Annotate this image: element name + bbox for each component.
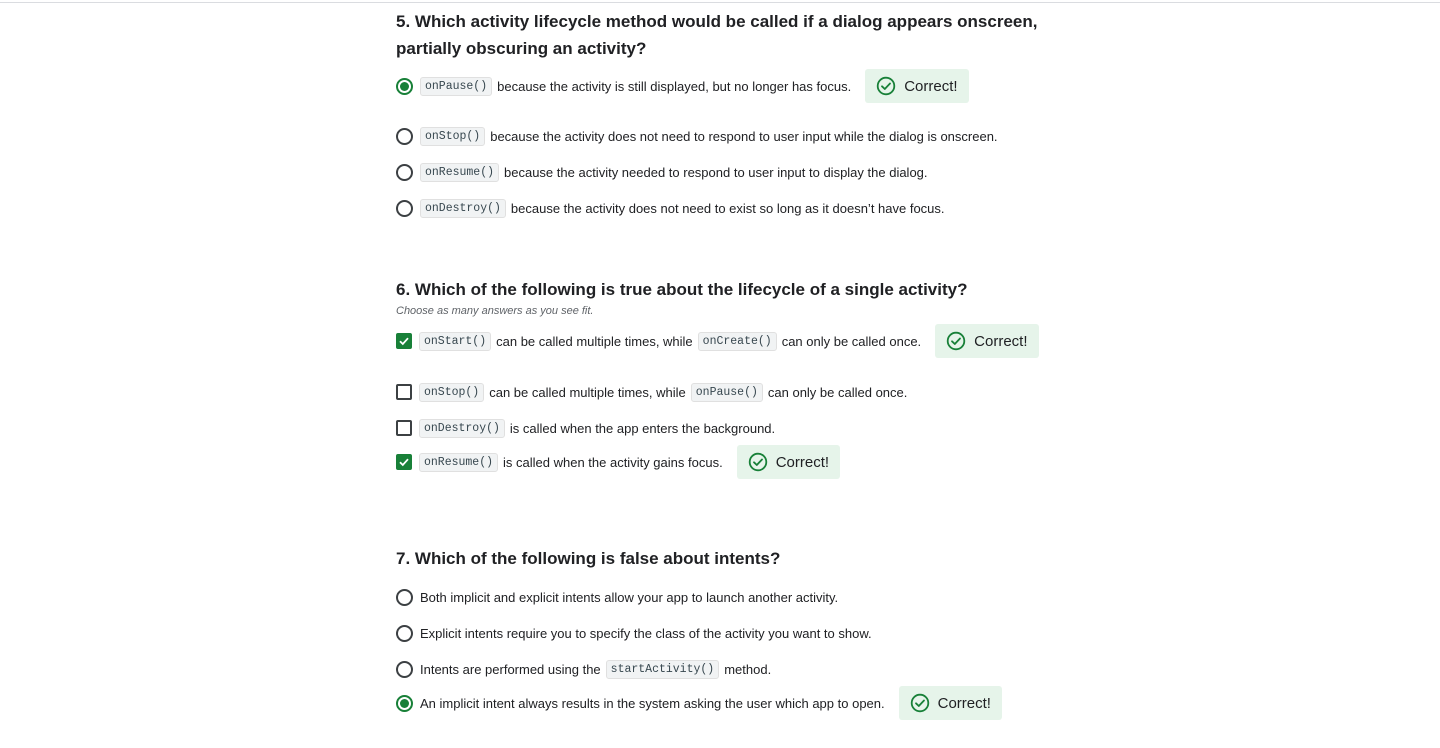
option-text: because the activity needed to respond t…: [504, 164, 928, 180]
option-code-secondary: onCreate(): [697, 331, 777, 351]
radio-icon[interactable]: [396, 163, 413, 181]
option-q5-3[interactable]: onResume() because the activity needed t…: [396, 162, 928, 182]
option-text: because the activity is still displayed,…: [497, 78, 852, 94]
correct-label: Correct!: [974, 332, 1028, 350]
radio-icon[interactable]: [396, 624, 413, 642]
option-code: onDestroy(): [419, 418, 505, 438]
checkbox-icon[interactable]: [396, 384, 412, 400]
option-q6-2[interactable]: onStop() can be called multiple times, w…: [396, 382, 907, 402]
question-title-continued: partially obscuring an activity?: [396, 39, 647, 58]
option-code: onDestroy(): [420, 198, 506, 218]
correct-badge: Correct!: [736, 445, 841, 479]
radio-icon[interactable]: [396, 199, 413, 217]
option-code: onStop(): [419, 382, 485, 402]
option-text: can be called multiple times, while: [496, 333, 693, 349]
checkbox-icon[interactable]: [396, 454, 412, 470]
correct-badge: Correct!: [935, 324, 1039, 358]
option-text: is called when the activity gains focus.: [503, 454, 723, 470]
option-code: onPause(): [420, 76, 493, 96]
question-title: 6. Which of the following is true about …: [396, 280, 968, 299]
radio-icon[interactable]: [396, 694, 413, 712]
top-divider: [0, 0, 1440, 3]
option-text: because the activity does not need to ex…: [510, 200, 945, 216]
option-q6-4[interactable]: onResume() is called when the activity g…: [396, 445, 841, 479]
correct-label: Correct!: [904, 77, 958, 95]
radio-icon[interactable]: [396, 588, 413, 606]
option-q5-2[interactable]: onStop() because the activity does not n…: [396, 126, 998, 146]
option-text: can be called multiple times, while: [489, 384, 686, 400]
option-q7-4[interactable]: An implicit intent always results in the…: [396, 686, 1002, 720]
option-code-secondary: onPause(): [690, 382, 763, 402]
question-7: 7. Which of the following is false about…: [396, 545, 1056, 572]
option-text: Explicit intents require you to specify …: [420, 625, 872, 641]
option-text: because the activity does not need to re…: [490, 128, 998, 144]
question-title: 5. Which activity lifecycle method would…: [396, 12, 1038, 31]
checkbox-icon[interactable]: [396, 420, 412, 436]
check-circle-icon: [910, 693, 929, 713]
option-q6-1[interactable]: onStart() can be called multiple times, …: [396, 324, 1039, 358]
question-5: 5. Which activity lifecycle method would…: [396, 8, 1056, 62]
option-code-secondary: startActivity(): [605, 659, 720, 679]
option-text-secondary: method.: [724, 661, 772, 677]
option-q5-1[interactable]: onPause() because the activity is still …: [396, 69, 969, 103]
option-text: Intents are performed using the: [420, 661, 601, 677]
check-circle-icon: [748, 452, 767, 472]
correct-label: Correct!: [937, 694, 991, 712]
checkbox-icon[interactable]: [396, 333, 412, 349]
option-text-secondary: can only be called once.: [767, 384, 908, 400]
question-title: 7. Which of the following is false about…: [396, 549, 781, 568]
option-text: is called when the app enters the backgr…: [509, 420, 776, 436]
option-code: onStart(): [419, 331, 492, 351]
option-q5-4[interactable]: onDestroy() because the activity does no…: [396, 198, 945, 218]
radio-icon[interactable]: [396, 77, 413, 95]
option-code: onStop(): [420, 126, 486, 146]
question-hint: Choose as many answers as you see fit.: [396, 305, 594, 317]
option-text-secondary: can only be called once.: [781, 333, 922, 349]
option-q7-1[interactable]: Both implicit and explicit intents allow…: [396, 587, 838, 607]
correct-badge: Correct!: [865, 69, 969, 103]
option-code: onResume(): [419, 452, 499, 472]
option-code: onResume(): [420, 162, 500, 182]
option-q6-3[interactable]: onDestroy() is called when the app enter…: [396, 418, 775, 438]
radio-icon[interactable]: [396, 127, 413, 145]
option-q7-2[interactable]: Explicit intents require you to specify …: [396, 623, 872, 643]
option-q7-3[interactable]: Intents are performed using the startAct…: [396, 659, 771, 679]
correct-badge: Correct!: [898, 686, 1002, 720]
correct-label: Correct!: [775, 453, 830, 471]
option-text: Both implicit and explicit intents allow…: [420, 589, 839, 605]
check-circle-icon: [946, 331, 966, 351]
radio-icon[interactable]: [396, 660, 413, 678]
option-text: An implicit intent always results in the…: [420, 695, 885, 711]
question-6: 6. Which of the following is true about …: [396, 276, 1056, 319]
check-circle-icon: [877, 76, 896, 96]
